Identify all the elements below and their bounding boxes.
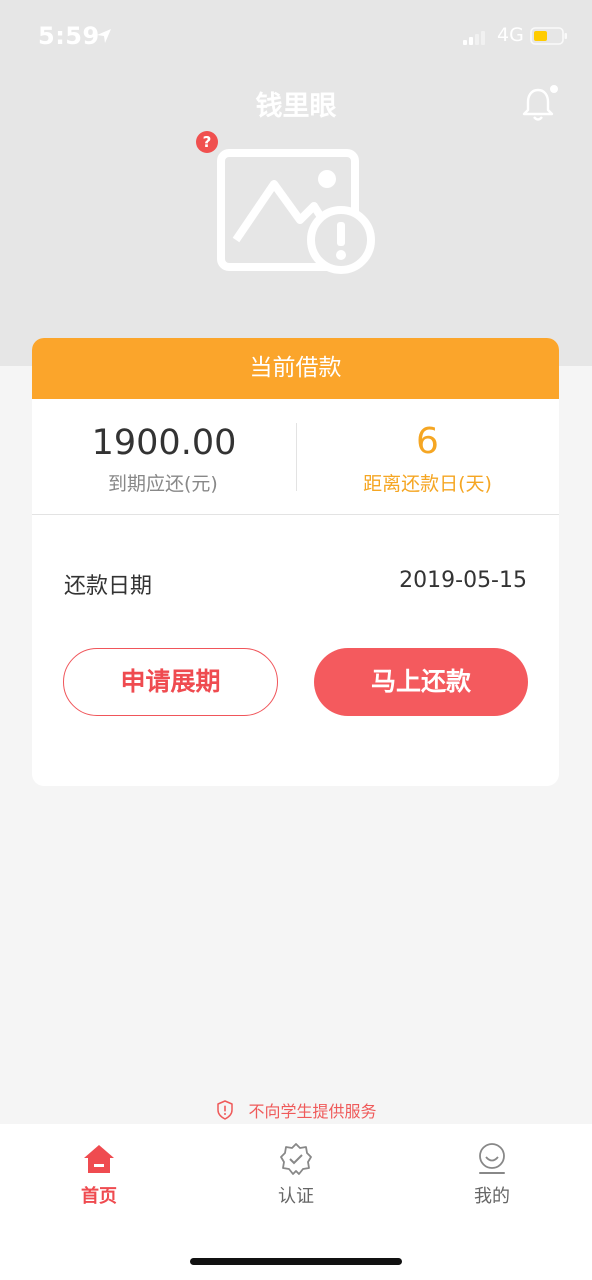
repay-date-label: 还款日期: [64, 574, 153, 599]
days-left-label: 距离还款日(天): [363, 473, 492, 495]
amount-due-value: 1900.00: [91, 423, 237, 463]
notification-bell-icon[interactable]: [518, 82, 562, 126]
home-icon: [84, 1145, 114, 1173]
network-type: 4G: [497, 24, 524, 46]
apply-extension-button[interactable]: 申请展期: [63, 648, 278, 716]
repay-now-button[interactable]: 马上还款: [314, 648, 528, 716]
tab-mine[interactable]: 我的: [442, 1142, 542, 1208]
days-left-value: 6: [416, 421, 439, 462]
verified-badge-icon: [280, 1143, 312, 1175]
repay-date-row: 还款日期 2019-05-15: [32, 568, 559, 599]
location-arrow-icon: [97, 29, 111, 43]
help-question-icon[interactable]: ?: [196, 131, 218, 153]
shield-alert-icon: [217, 1100, 234, 1120]
amount-due-stat: 1900.00 到期应还(元): [32, 399, 296, 515]
amount-due-label: 到期应还(元): [108, 473, 218, 495]
tab-home-label: 首页: [81, 1186, 117, 1207]
repay-date-value: 2019-05-15: [399, 568, 527, 593]
app-title: 钱里眼: [255, 91, 337, 122]
broken-image-icon: [217, 149, 375, 274]
status-bar: 5:59 4G: [0, 0, 592, 72]
signal-icon: [463, 31, 485, 45]
tab-home[interactable]: 首页: [49, 1142, 149, 1208]
bottom-tab-bar: 首页 认证 我的: [0, 1124, 592, 1280]
loan-stats: 1900.00 到期应还(元) 6 距离还款日(天): [32, 399, 559, 515]
status-time: 5:59: [38, 22, 100, 50]
current-loan-card: 当前借款 1900.00 到期应还(元) 6 距离还款日(天) 还款日期 201…: [32, 338, 559, 786]
card-title: 当前借款: [32, 338, 559, 399]
days-left-stat: 6 距离还款日(天): [296, 399, 559, 515]
student-notice: 不向学生提供服务: [0, 1098, 592, 1122]
home-indicator[interactable]: [190, 1258, 402, 1265]
battery-icon: [530, 27, 567, 45]
profile-smile-icon: [479, 1143, 505, 1174]
notice-text: 不向学生提供服务: [248, 1102, 377, 1121]
tab-certification[interactable]: 认证: [246, 1142, 346, 1208]
tab-certification-label: 认证: [278, 1186, 314, 1207]
tab-mine-label: 我的: [474, 1186, 510, 1207]
